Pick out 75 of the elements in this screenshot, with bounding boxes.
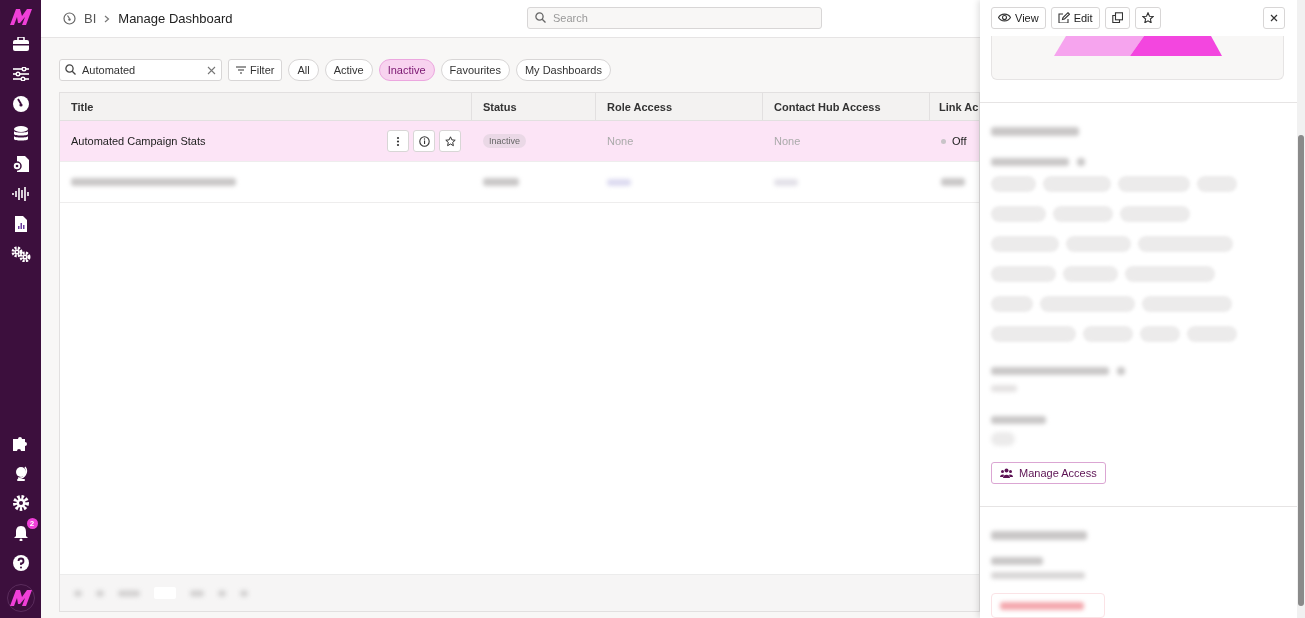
logo-icon <box>8 8 33 26</box>
filter-chip[interactable]: Inactive <box>378 59 435 81</box>
close-button[interactable] <box>1263 6 1285 29</box>
status-tag: Inactive <box>483 134 527 148</box>
logo-icon <box>8 589 33 607</box>
filter-chip[interactable]: My Dashboards <box>515 59 611 81</box>
gears-icon[interactable] <box>10 246 31 262</box>
duplicate-button[interactable] <box>1104 6 1130 29</box>
blurred-text <box>218 589 226 597</box>
column-header: Status <box>472 93 596 120</box>
blurred-text <box>96 589 104 597</box>
scrollbar-thumb[interactable] <box>1298 135 1304 606</box>
gauge-icon <box>63 12 76 25</box>
blurred-text <box>190 589 204 597</box>
puzzle-icon[interactable] <box>12 435 29 451</box>
blurred-text <box>118 589 140 597</box>
favourite-button[interactable] <box>1134 6 1161 29</box>
star-icon <box>1141 12 1154 24</box>
search-icon <box>65 64 76 75</box>
filter-chip[interactable]: Favourites <box>440 59 510 81</box>
eye-icon <box>998 12 1011 24</box>
edit-button[interactable]: Edit <box>1050 6 1100 29</box>
globe-icon[interactable] <box>13 465 28 481</box>
report-icon[interactable] <box>14 216 27 232</box>
blurred-text <box>991 385 1017 393</box>
column-header: Title <box>60 93 472 120</box>
breadcrumb-item: Manage Dashboard <box>118 11 233 26</box>
search-icon <box>535 12 546 23</box>
gauge-icon[interactable] <box>12 96 29 112</box>
bell-icon[interactable] <box>12 525 29 541</box>
clear-icon[interactable] <box>207 66 216 75</box>
notification-badge: 2 <box>26 518 38 529</box>
column-header: Link Ac <box>938 99 979 115</box>
filter-button[interactable]: Filter <box>228 59 283 81</box>
breadcrumb-item[interactable]: BI <box>84 11 97 26</box>
table-row[interactable]: Automated Campaign Stats Inactive None None Off <box>60 121 979 162</box>
info-button[interactable] <box>413 130 435 152</box>
blurred-text <box>941 178 965 186</box>
table-cell-text: None <box>773 135 802 147</box>
blurred-text <box>991 416 1046 425</box>
copy-icon <box>1111 12 1123 24</box>
document-pin-icon[interactable] <box>12 156 29 172</box>
edit-icon <box>1057 12 1070 24</box>
filter-chip[interactable]: All <box>288 59 319 81</box>
close-icon <box>1270 13 1278 22</box>
info-icon <box>418 135 430 147</box>
view-button[interactable]: View <box>991 6 1046 29</box>
table-cell-text: None <box>606 135 635 147</box>
filter-search-field[interactable]: Automated <box>59 59 222 81</box>
manage-access-button[interactable]: Manage Access <box>991 462 1106 485</box>
briefcase-icon[interactable] <box>12 37 29 51</box>
favourite-button[interactable] <box>439 130 461 152</box>
table-cell: Off <box>952 135 967 147</box>
blurred-text <box>774 178 798 186</box>
blurred-text <box>991 557 1043 565</box>
filter-icon <box>236 66 246 74</box>
blurred-text <box>607 178 631 186</box>
blurred-text <box>240 589 248 597</box>
column-header: Contact Hub Access <box>763 93 930 120</box>
blurred-text <box>1117 367 1125 376</box>
table-cell: Automated Campaign Stats <box>71 135 206 147</box>
column-header: Role Access <box>596 93 763 120</box>
blurred-text <box>74 589 82 597</box>
help-icon[interactable] <box>12 555 29 571</box>
filter-chip[interactable]: Active <box>324 59 373 81</box>
soundwave-icon[interactable] <box>11 187 30 201</box>
star-icon <box>444 135 456 147</box>
search-field[interactable]: Search <box>527 7 822 29</box>
blurred-text <box>1077 158 1085 167</box>
sliders-icon[interactable] <box>12 67 29 81</box>
users-icon <box>1000 468 1013 479</box>
chevron-right-icon <box>104 14 111 23</box>
blurred-text <box>483 178 519 186</box>
database-icon[interactable] <box>13 126 28 142</box>
settings-icon[interactable] <box>12 495 29 511</box>
